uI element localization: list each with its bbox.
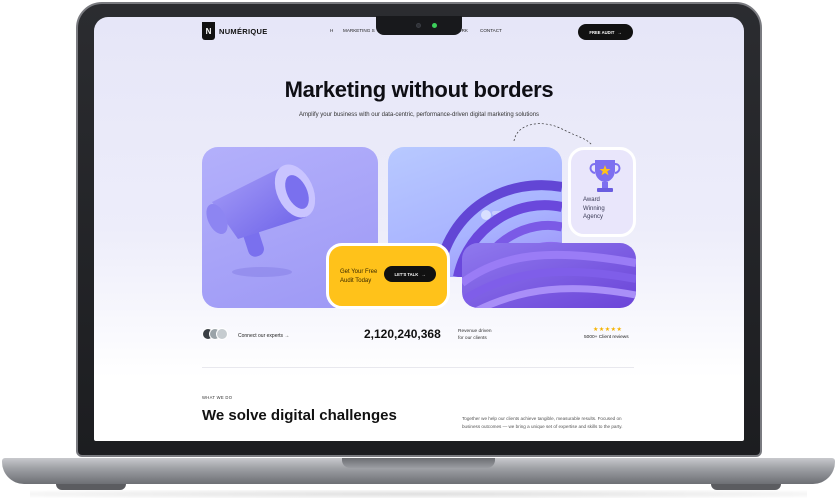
laptop-shadow [30, 490, 807, 498]
brand-logo[interactable]: N NUMÉRIQUE [202, 22, 268, 40]
section-body: Together we help our clients achieve tan… [462, 416, 623, 429]
free-audit-button[interactable]: FREE AUDIT → [578, 24, 633, 40]
award-text: Award Winning Agency [583, 196, 605, 222]
logo-text: NUMÉRIQUE [219, 26, 268, 36]
lets-talk-label: LET'S TALK [394, 271, 419, 277]
stats-row: Connect our experts → 2,120,240,368 Reve… [202, 320, 634, 350]
free-audit-card: Get Your Free Audit Today LET'S TALK → [326, 243, 450, 309]
camera-icon [416, 23, 421, 28]
revenue-caption: Revenue driven for our clients [458, 328, 492, 342]
award-card: Award Winning Agency [568, 147, 636, 237]
nav-link-marketing[interactable]: MARKETING S [343, 28, 375, 33]
award-line-2: Winning [583, 205, 605, 212]
revenue-number: 2,120,240,368 [364, 327, 441, 341]
connect-experts-link[interactable]: Connect our experts → [238, 333, 289, 339]
client-reviews: 5000+ Client reviews [584, 335, 629, 340]
lets-talk-button[interactable]: LET'S TALK → [384, 266, 436, 282]
award-line-1: Award [583, 197, 600, 203]
rating-stars-icon: ★★★★★ [593, 327, 623, 333]
camera-led-icon [432, 23, 437, 28]
trophy-icon [589, 160, 621, 192]
arrow-right-icon: → [284, 333, 290, 339]
nav-link-home[interactable]: H [330, 28, 333, 33]
audit-card-text: Get Your Free Audit Today [340, 268, 377, 285]
dashed-arrow-icon [513, 123, 593, 146]
revenue-line-2: for our clients [458, 336, 487, 341]
logo-mark: N [202, 22, 215, 40]
camera-notch [376, 16, 462, 35]
audit-line-1: Get Your Free [340, 269, 378, 275]
abstract-waves-lower-card [462, 243, 636, 308]
expert-avatars[interactable] [202, 328, 228, 340]
connect-experts-label: Connect our experts [238, 333, 284, 339]
audit-line-2: Audit Today [340, 277, 372, 284]
section-heading: We solve digital challenges [202, 407, 397, 424]
section-divider [202, 367, 634, 368]
award-line-3: Agency [583, 214, 604, 220]
nav-link-contact[interactable]: CONTACT [480, 28, 502, 33]
laptop-hinge [342, 458, 495, 468]
laptop-screen: N NUMÉRIQUE H MARKETING S ORK CONTACT FR… [94, 17, 744, 441]
avatar [216, 328, 228, 340]
waves-lower-graphic-icon [462, 250, 636, 308]
section-eyebrow: WHAT WE DO [202, 395, 233, 400]
revenue-line-1: Revenue driven [458, 329, 492, 334]
hero-subtitle: Amplify your business with our data-cent… [298, 112, 540, 118]
free-audit-label: FREE AUDIT [589, 29, 615, 35]
arrow-right-icon: → [617, 29, 622, 35]
arrow-right-icon: → [421, 271, 426, 277]
hero-title: Marketing without borders [284, 77, 554, 102]
